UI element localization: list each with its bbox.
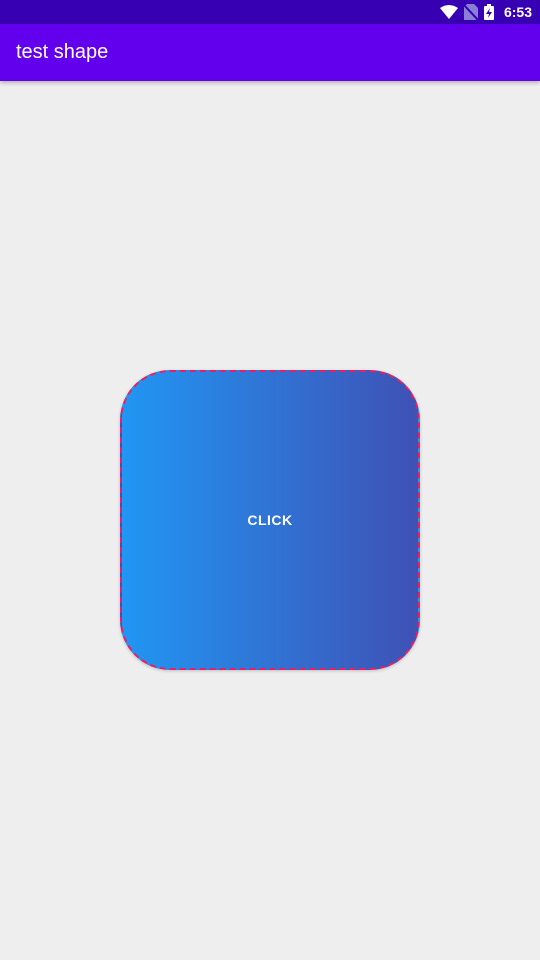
click-button[interactable]: CLICK	[120, 370, 420, 670]
status-bar: 6:53	[0, 0, 540, 24]
app-title: test shape	[16, 41, 109, 63]
wifi-icon	[439, 5, 458, 19]
status-clock: 6:53	[503, 4, 532, 20]
battery-charging-icon	[483, 4, 494, 20]
app-bar: test shape	[0, 24, 540, 81]
no-sim-icon	[463, 4, 478, 20]
status-icons: 6:53	[439, 0, 532, 24]
click-button-label: CLICK	[247, 512, 293, 528]
